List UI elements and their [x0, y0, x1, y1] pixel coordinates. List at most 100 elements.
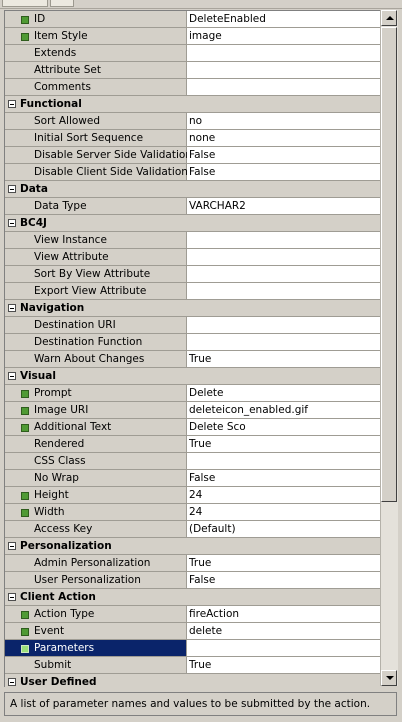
category-header[interactable]: BC4J — [5, 215, 381, 232]
property-row[interactable]: Export View Attribute — [5, 283, 381, 300]
property-row[interactable]: Destination URI — [5, 317, 381, 334]
category-header[interactable]: Visual — [5, 368, 381, 385]
property-name-cell[interactable]: View Instance — [5, 232, 187, 248]
collapse-toggle-icon[interactable] — [8, 542, 16, 550]
property-value-field[interactable]: deleteicon_enabled.gif — [187, 402, 381, 418]
property-value-field[interactable]: delete — [187, 623, 381, 639]
property-value-field[interactable]: True — [187, 351, 381, 367]
property-row[interactable]: Disable Server Side Validation False — [5, 147, 381, 164]
property-name-cell[interactable]: Prompt — [5, 385, 187, 401]
vertical-scrollbar[interactable] — [380, 10, 398, 686]
scroll-up-button[interactable] — [381, 10, 397, 26]
property-value-field[interactable] — [187, 232, 381, 248]
property-value-field[interactable]: DeleteEnabled — [187, 11, 381, 27]
property-value-field[interactable]: False — [187, 147, 381, 163]
property-value-field[interactable] — [187, 79, 381, 95]
category-header[interactable]: User Defined — [5, 674, 381, 687]
collapse-toggle-icon[interactable] — [8, 185, 16, 193]
property-name-cell[interactable]: Destination Function — [5, 334, 187, 350]
property-row[interactable]: Initial Sort Sequence none — [5, 130, 381, 147]
property-name-cell[interactable]: Image URI — [5, 402, 187, 418]
property-row[interactable]: Parameters — [5, 640, 381, 657]
property-name-cell[interactable]: Width — [5, 504, 187, 520]
property-value-field[interactable]: VARCHAR2 — [187, 198, 381, 214]
tab-edge[interactable] — [50, 0, 74, 7]
property-row[interactable]: Event delete — [5, 623, 381, 640]
category-header[interactable]: Client Action — [5, 589, 381, 606]
tab-edge[interactable] — [2, 0, 48, 7]
collapse-toggle-icon[interactable] — [8, 678, 16, 686]
property-name-cell[interactable]: Extends — [5, 45, 187, 61]
property-name-cell[interactable]: Action Type — [5, 606, 187, 622]
property-name-cell[interactable]: Export View Attribute — [5, 283, 187, 299]
property-name-cell[interactable]: Initial Sort Sequence — [5, 130, 187, 146]
property-name-cell[interactable]: User Personalization — [5, 572, 187, 588]
collapse-toggle-icon[interactable] — [8, 219, 16, 227]
property-value-field[interactable]: True — [187, 436, 381, 452]
property-name-cell[interactable]: Data Type — [5, 198, 187, 214]
property-row[interactable]: Action Type fireAction — [5, 606, 381, 623]
property-name-cell[interactable]: Admin Personalization — [5, 555, 187, 571]
property-name-cell[interactable]: View Attribute — [5, 249, 187, 265]
property-name-cell[interactable]: Access Key — [5, 521, 187, 537]
property-row[interactable]: No Wrap False — [5, 470, 381, 487]
scroll-thumb[interactable] — [381, 27, 397, 502]
property-name-cell[interactable]: Disable Server Side Validation — [5, 147, 192, 163]
property-row[interactable]: Attribute Set — [5, 62, 381, 79]
property-value-field[interactable] — [187, 283, 381, 299]
property-value-field[interactable]: Delete Sco — [187, 419, 381, 435]
property-row[interactable]: User Personalization False — [5, 572, 381, 589]
category-header[interactable]: Personalization — [5, 538, 381, 555]
property-row[interactable]: Rendered True — [5, 436, 381, 453]
property-value-field[interactable]: False — [187, 164, 381, 180]
property-row[interactable]: View Attribute — [5, 249, 381, 266]
property-name-cell[interactable]: Rendered — [5, 436, 187, 452]
collapse-toggle-icon[interactable] — [8, 100, 16, 108]
property-row[interactable]: Sort Allowed no — [5, 113, 381, 130]
property-value-field[interactable]: 24 — [187, 487, 381, 503]
property-value-field[interactable]: none — [187, 130, 381, 146]
property-value-field[interactable] — [187, 317, 381, 333]
property-name-cell[interactable]: Event — [5, 623, 187, 639]
property-name-cell[interactable]: Sort Allowed — [5, 113, 187, 129]
property-row[interactable]: Image URI deleteicon_enabled.gif — [5, 402, 381, 419]
property-value-field[interactable]: image — [187, 28, 381, 44]
property-value-field[interactable] — [187, 640, 381, 656]
property-row[interactable]: ID DeleteEnabled — [5, 11, 381, 28]
property-name-cell[interactable]: Item Style — [5, 28, 187, 44]
collapse-toggle-icon[interactable] — [8, 304, 16, 312]
property-row[interactable]: Destination Function — [5, 334, 381, 351]
property-value-field[interactable]: fireAction — [187, 606, 381, 622]
property-value-field[interactable] — [187, 45, 381, 61]
property-value-field[interactable]: False — [187, 470, 381, 486]
property-row[interactable]: CSS Class — [5, 453, 381, 470]
property-value-field[interactable] — [187, 334, 381, 350]
property-name-cell[interactable]: Additional Text — [5, 419, 187, 435]
property-name-cell[interactable]: Disable Client Side Validation — [5, 164, 188, 180]
collapse-toggle-icon[interactable] — [8, 593, 16, 601]
property-name-cell[interactable]: Comments — [5, 79, 187, 95]
property-name-cell[interactable]: Sort By View Attribute — [5, 266, 187, 282]
category-header[interactable]: Navigation — [5, 300, 381, 317]
property-row[interactable]: Width 24 — [5, 504, 381, 521]
property-row[interactable]: View Instance — [5, 232, 381, 249]
property-value-field[interactable] — [187, 62, 381, 78]
property-name-cell[interactable]: Attribute Set — [5, 62, 187, 78]
property-row[interactable]: Sort By View Attribute — [5, 266, 381, 283]
property-value-field[interactable]: 24 — [187, 504, 381, 520]
property-row[interactable]: Disable Client Side Validation False — [5, 164, 381, 181]
property-row[interactable]: Extends — [5, 45, 381, 62]
property-name-cell[interactable]: Height — [5, 487, 187, 503]
property-row[interactable]: Data Type VARCHAR2 — [5, 198, 381, 215]
property-value-field[interactable]: Delete — [187, 385, 381, 401]
property-value-field[interactable]: True — [187, 657, 381, 673]
category-header[interactable]: Data — [5, 181, 381, 198]
property-value-field[interactable]: False — [187, 572, 381, 588]
scroll-down-button[interactable] — [381, 670, 397, 686]
property-name-cell[interactable]: CSS Class — [5, 453, 187, 469]
collapse-toggle-icon[interactable] — [8, 372, 16, 380]
property-row[interactable]: Additional Text Delete Sco — [5, 419, 381, 436]
property-name-cell[interactable]: Submit — [5, 657, 187, 673]
property-row[interactable]: Height 24 — [5, 487, 381, 504]
property-row[interactable]: Warn About Changes True — [5, 351, 381, 368]
